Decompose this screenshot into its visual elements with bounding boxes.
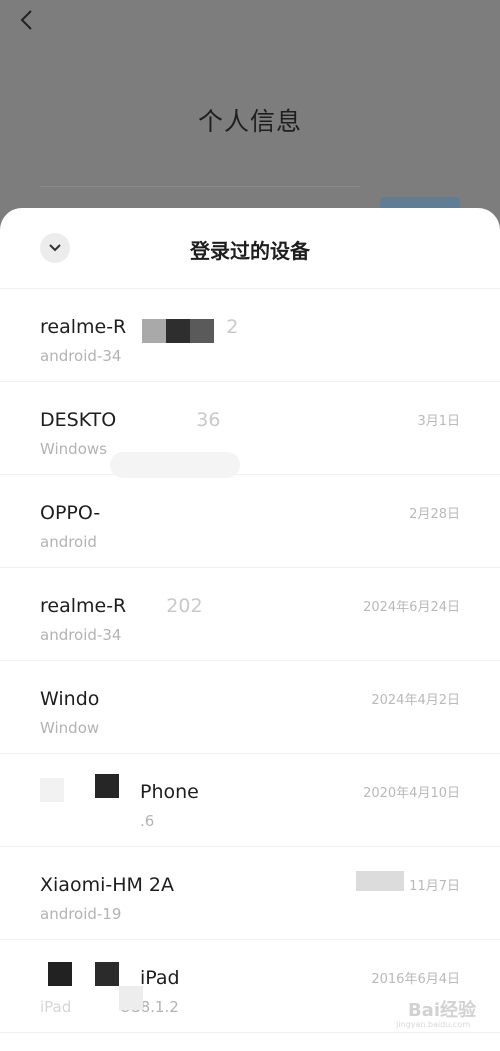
device-date: 2024年4月2日 <box>371 693 460 708</box>
device-date: 2024年6月24日 <box>363 600 460 615</box>
background-field-line <box>40 186 360 187</box>
device-name: DESKTO 36 <box>40 409 221 431</box>
sheet-title: 登录过的设备 <box>190 239 310 263</box>
watermark-logo: Bai经验 <box>407 1000 476 1021</box>
device-row[interactable]: realme-R 202 android-34 2024年6月24日 <box>0 568 500 661</box>
privacy-mask <box>356 871 404 891</box>
privacy-mask <box>95 774 119 798</box>
device-row[interactable]: DESKTO 36 Windows 3月1日 <box>0 382 500 478</box>
device-date: 2月28日 <box>409 507 460 522</box>
privacy-mask <box>142 319 166 343</box>
back-button[interactable] <box>14 8 38 32</box>
privacy-mask <box>190 319 214 343</box>
device-name: realme-R 202 <box>40 595 203 617</box>
device-date: 2016年6月4日 <box>371 972 460 987</box>
device-name: Windo <box>40 688 100 710</box>
device-os: android-19 <box>40 905 122 923</box>
device-os: iPad OS8.1.2 <box>40 998 179 1016</box>
device-date: 2020年4月10日 <box>363 786 460 801</box>
device-name: Xiaomi-HM 2A <box>40 874 175 896</box>
device-row[interactable]: Windo Window 2024年4月2日 <box>0 661 500 754</box>
device-os: android-34 <box>40 347 122 365</box>
device-date: 11月7日 <box>409 879 460 894</box>
device-row[interactable]: Xiaomi-HM 2A android-19 11月7日 <box>0 847 500 940</box>
back-chevron-icon <box>20 10 32 30</box>
device-os: android <box>40 533 97 551</box>
device-os: Window <box>40 719 100 737</box>
device-os: .6 <box>140 812 155 830</box>
privacy-mask <box>119 986 143 1010</box>
page-title: 个人信息 <box>197 107 302 136</box>
privacy-mask <box>40 778 64 802</box>
device-name: OPPO- <box>40 502 101 524</box>
device-row[interactable]: OPPO- android 2月28日 <box>0 475 500 568</box>
privacy-mask <box>48 962 72 986</box>
device-os: Windows <box>40 440 107 458</box>
device-list: realme-R 2 android-34 DESKTO 36 Windows 3月… <box>0 289 500 1033</box>
device-os: android-34 <box>40 626 122 644</box>
device-row[interactable]: realme-R 2 android-34 <box>0 289 500 382</box>
device-row[interactable]: Phone .6 2020年4月10日 <box>0 754 500 847</box>
privacy-mask <box>95 962 119 986</box>
device-date: 3月1日 <box>417 414 460 429</box>
devices-sheet: 登录过的设备 realme-R 2 android-34 DESKTO 36 Win… <box>0 208 500 1051</box>
watermark-url: jingyan.baidu.com <box>396 1020 470 1029</box>
privacy-mask <box>166 319 190 343</box>
sheet-header: 登录过的设备 <box>0 208 500 289</box>
